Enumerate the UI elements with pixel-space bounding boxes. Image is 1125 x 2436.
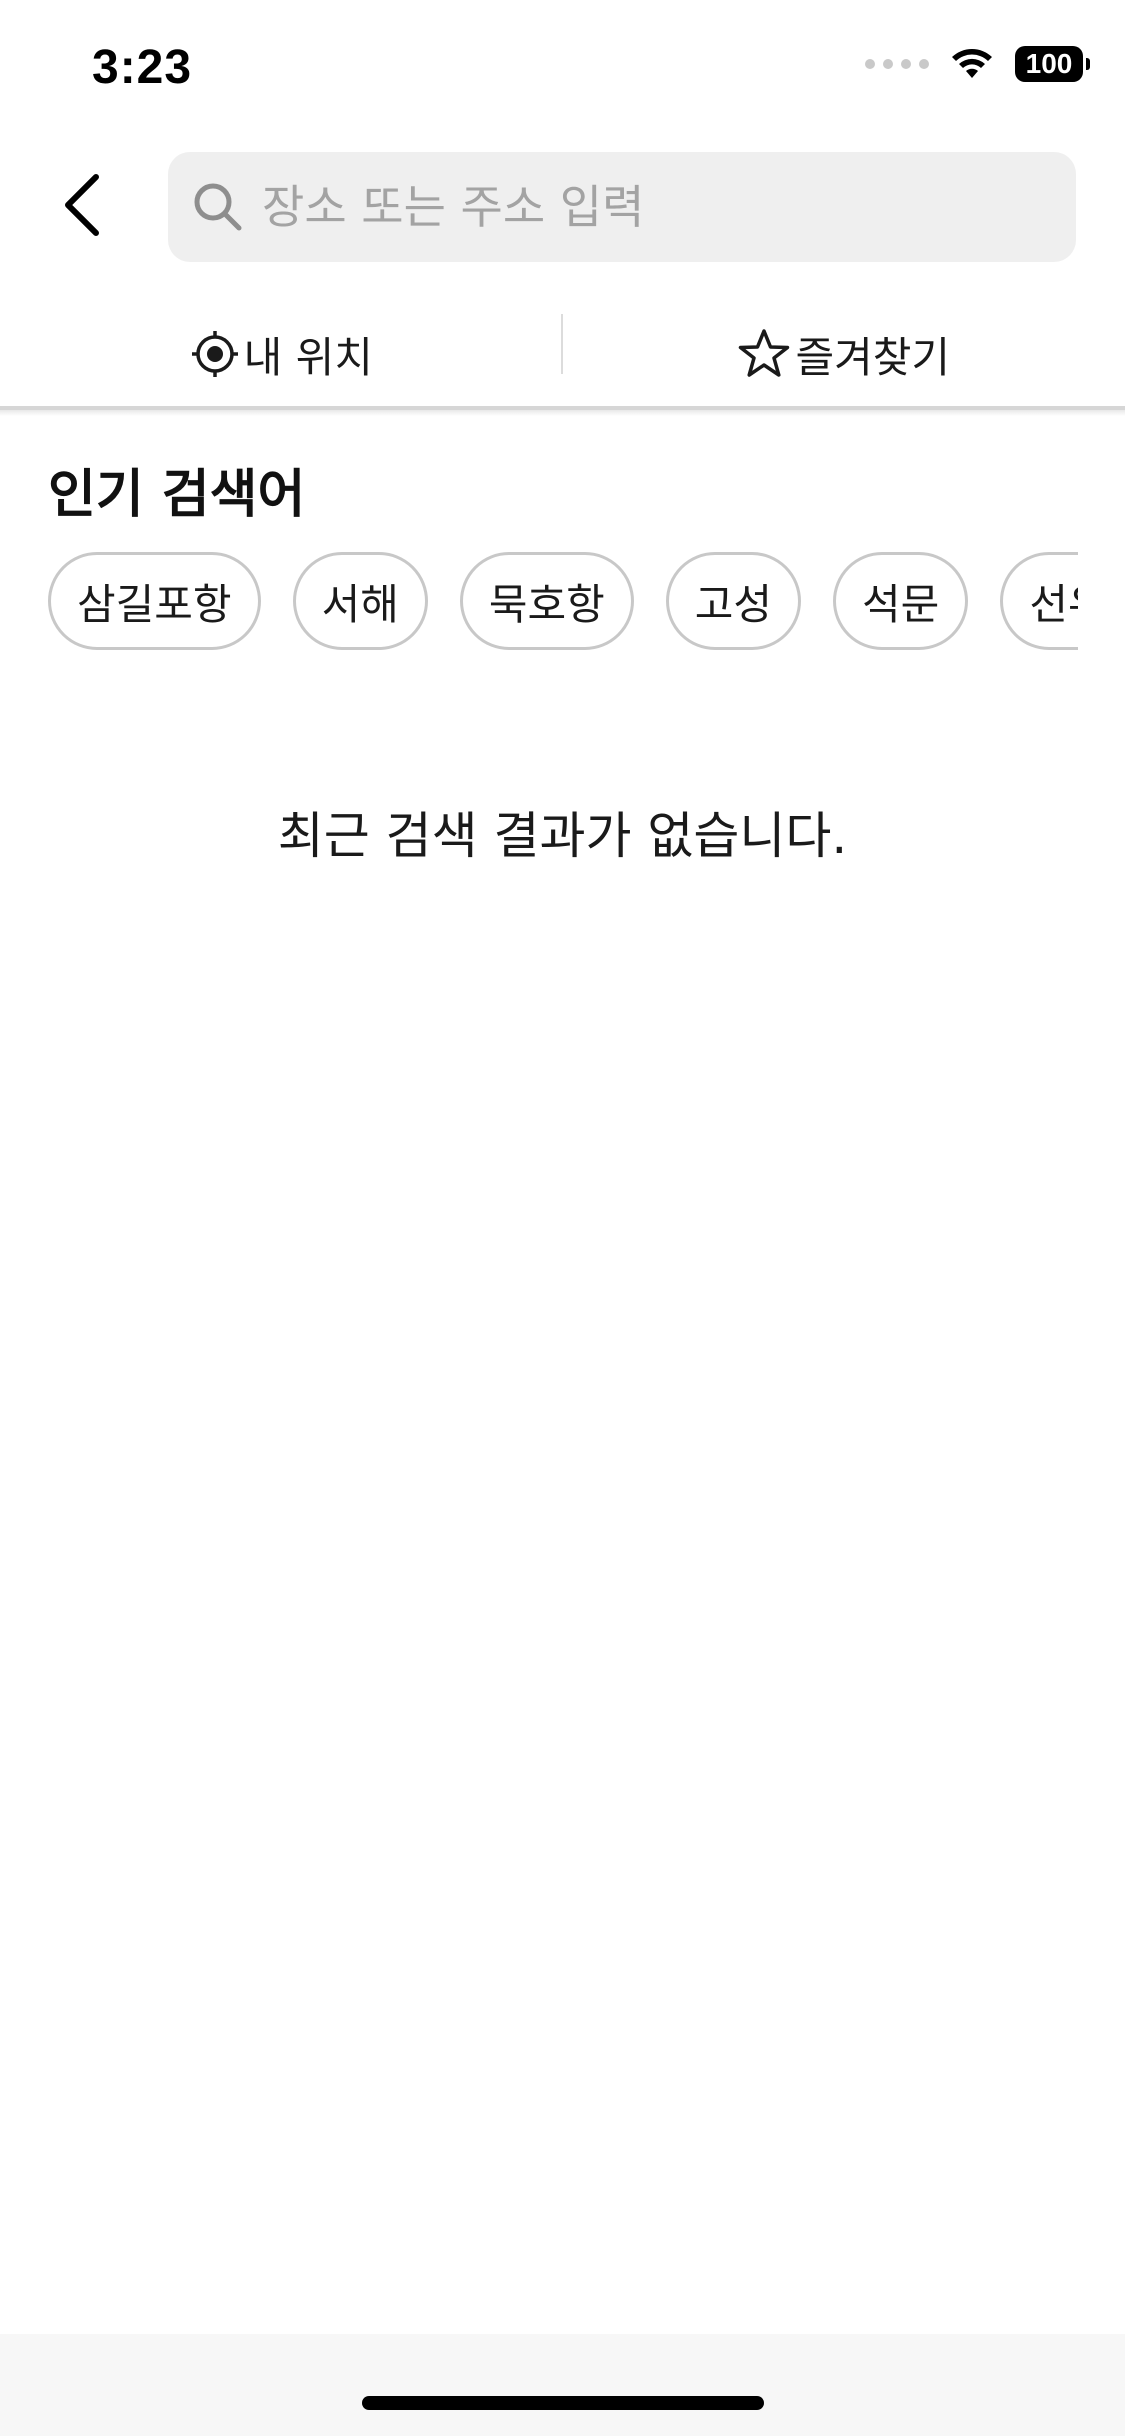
back-button[interactable] — [42, 160, 122, 250]
popular-searches-title: 인기 검색어 — [48, 465, 306, 525]
recent-searches-empty-message: 최근 검색 결과가 없습니다. — [277, 807, 848, 865]
popular-search-chip[interactable]: 서해 — [292, 552, 428, 650]
bottom-safe-area — [0, 2334, 1125, 2436]
popular-search-chip[interactable]: 삼길포항 — [48, 552, 261, 650]
header-divider — [0, 406, 1125, 416]
cellular-signal-icon — [865, 59, 929, 69]
favorites-button[interactable]: 즐겨찾기 — [563, 300, 1125, 408]
my-location-button[interactable]: 내 위치 — [0, 300, 563, 408]
divider — [561, 314, 563, 374]
popular-search-chip[interactable]: 묵호항 — [459, 552, 634, 650]
battery-icon: 100 — [1015, 46, 1090, 82]
quick-actions: 내 위치 즐겨찾기 — [0, 300, 1125, 408]
popular-search-chip[interactable]: 선유도 — [1000, 552, 1078, 650]
status-indicators: 100 — [865, 46, 1090, 82]
favorites-label: 즐겨찾기 — [795, 332, 951, 382]
wifi-icon — [952, 49, 992, 78]
my-location-label: 내 위치 — [243, 332, 373, 382]
chevron-left-icon — [65, 174, 99, 236]
star-icon — [739, 329, 790, 377]
popular-searches-list[interactable]: 삼길포항 서해 묵호항 고성 석문 선유도 — [48, 552, 1078, 654]
location-target-icon — [191, 331, 238, 377]
search-icon — [190, 179, 246, 235]
popular-search-chip[interactable]: 석문 — [833, 552, 969, 650]
status-time: 3:23 — [92, 41, 193, 94]
popular-search-chip[interactable]: 고성 — [665, 552, 802, 650]
home-indicator[interactable] — [362, 2396, 764, 2410]
search-input[interactable] — [260, 166, 1076, 248]
battery-level: 100 — [1025, 48, 1073, 79]
search-bar[interactable] — [168, 152, 1076, 262]
status-bar: 3:23 100 — [0, 0, 1125, 140]
